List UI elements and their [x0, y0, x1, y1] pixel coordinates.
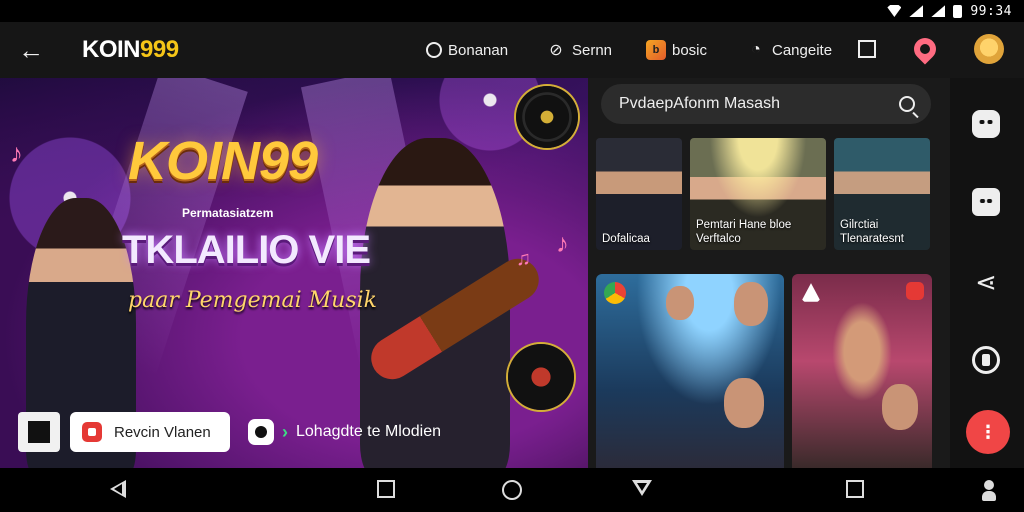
square-icon[interactable]	[846, 480, 864, 498]
circle-icon	[426, 42, 442, 58]
vinyl-record-icon	[516, 86, 578, 148]
music-note-icon: ♪	[10, 138, 23, 168]
nav-item-cangeite[interactable]: ◔ Cangeite	[746, 22, 832, 78]
content-panel: PvdaepAfonm Masash Dofalicaa Pemtari Han…	[588, 78, 950, 468]
nav-label: bosic	[672, 41, 708, 59]
signal-icon-2	[931, 5, 946, 17]
share-icon[interactable]: ⋖	[972, 268, 1000, 296]
hero-headline: TKLAILIO VIE	[122, 228, 371, 272]
hero-banner[interactable]: ♪ ♪ ♫ KOIN99 Permatasiatzem TKLAILIO VIE…	[0, 78, 588, 468]
logo-prefix: KOIN	[82, 36, 141, 63]
wifi-icon	[887, 5, 902, 17]
hero-subtitle: Permatasiatzem	[182, 206, 274, 220]
hero-title: KOIN99	[128, 131, 318, 191]
avatar[interactable]	[974, 34, 1004, 64]
recents-square-icon[interactable]	[377, 480, 395, 498]
performer-face	[734, 282, 768, 326]
square-icon[interactable]	[858, 40, 876, 58]
chrome-icon	[604, 282, 626, 304]
chevron-right-icon: ›	[282, 421, 288, 442]
download-link[interactable]: › Lohagdte te Mlodien	[248, 412, 441, 452]
app-screen: 99:34 ← KOIN999 Bonanan ⊘ Sernn b bosic …	[0, 0, 1024, 512]
video-thumbnail[interactable]: Pemtari Hane bloe Verftalco	[690, 138, 826, 250]
hero-tagline: paar Pemgemai Musik	[128, 288, 377, 313]
record-icon	[906, 282, 924, 300]
status-bar: 99:34	[0, 0, 1024, 22]
app-icon	[248, 419, 274, 445]
music-note-icon: ♫	[516, 248, 531, 270]
thumbnail-caption: Gilrctiai Tlenaratesnt	[840, 218, 904, 246]
arrow-left-icon[interactable]: ←	[18, 36, 46, 64]
caption-line-1: Pemtari Hane bloe	[696, 219, 792, 231]
download-label: Lohagdte te Mlodien	[296, 423, 441, 440]
person-icon[interactable]	[982, 480, 996, 501]
thumbnail-caption: Pemtari Hane bloe Verftalco	[696, 218, 791, 246]
video-thumbnail[interactable]: Gilrctiai Tlenaratesnt	[834, 138, 930, 250]
search-input[interactable]: PvdaepAfonm Masash	[601, 84, 931, 124]
robot-icon[interactable]	[972, 110, 1000, 138]
status-time: 99:34	[970, 3, 1012, 19]
leaf-icon: ⊘	[549, 42, 563, 59]
caption-line-2: Verftalco	[696, 233, 741, 245]
logo-suffix: 999	[140, 36, 179, 63]
system-nav-bar	[0, 468, 1024, 512]
thumbnail-caption: Dofalicaa	[602, 233, 650, 245]
down-triangle-icon[interactable]	[632, 480, 652, 496]
bag-icon[interactable]	[972, 188, 1000, 216]
app-logo[interactable]: KOIN999	[82, 36, 179, 64]
phone-icon[interactable]	[972, 346, 1000, 374]
video-thumbnail[interactable]: Dofalicaa	[596, 138, 682, 250]
battery-icon	[953, 4, 963, 18]
signal-icon	[909, 5, 924, 17]
caption-line-2: Tlenaratesnt	[840, 233, 904, 245]
video-thumbnail-large[interactable]	[792, 274, 932, 468]
nav-label: Sernn	[572, 41, 613, 59]
logo-mark-icon	[28, 421, 50, 443]
brand-logo[interactable]	[18, 412, 60, 452]
home-circle-icon[interactable]	[502, 480, 522, 500]
video-thumbnail-large[interactable]	[596, 274, 784, 468]
nav-item-sernn[interactable]: ⊘ Sernn	[546, 22, 612, 78]
caption-line-1: Gilrctiai	[840, 219, 879, 231]
watch-button-label: Revcin Vlanen	[114, 423, 211, 441]
nav-label: Bonanan	[448, 41, 509, 59]
performer-face	[724, 378, 764, 428]
vinyl-record-icon	[508, 344, 574, 410]
music-note-icon: ♪	[556, 228, 569, 258]
more-fab-button[interactable]: ⋮	[966, 410, 1010, 454]
performer-face	[882, 384, 918, 430]
nav-item-bosic[interactable]: b bosic	[646, 22, 707, 78]
search-icon[interactable]	[899, 96, 915, 112]
back-triangle-icon[interactable]	[110, 480, 126, 498]
watch-button[interactable]: Revcin Vlanen	[70, 412, 230, 452]
search-placeholder: PvdaepAfonm Masash	[619, 95, 780, 112]
performer-face	[666, 286, 694, 320]
drive-icon	[801, 283, 821, 302]
chat-icon: ◔	[751, 41, 761, 58]
bookmark-icon: b	[646, 40, 666, 60]
nav-item-bonanan[interactable]: Bonanan	[426, 22, 508, 78]
record-icon	[82, 422, 102, 442]
nav-label: Cangeite	[772, 41, 833, 59]
